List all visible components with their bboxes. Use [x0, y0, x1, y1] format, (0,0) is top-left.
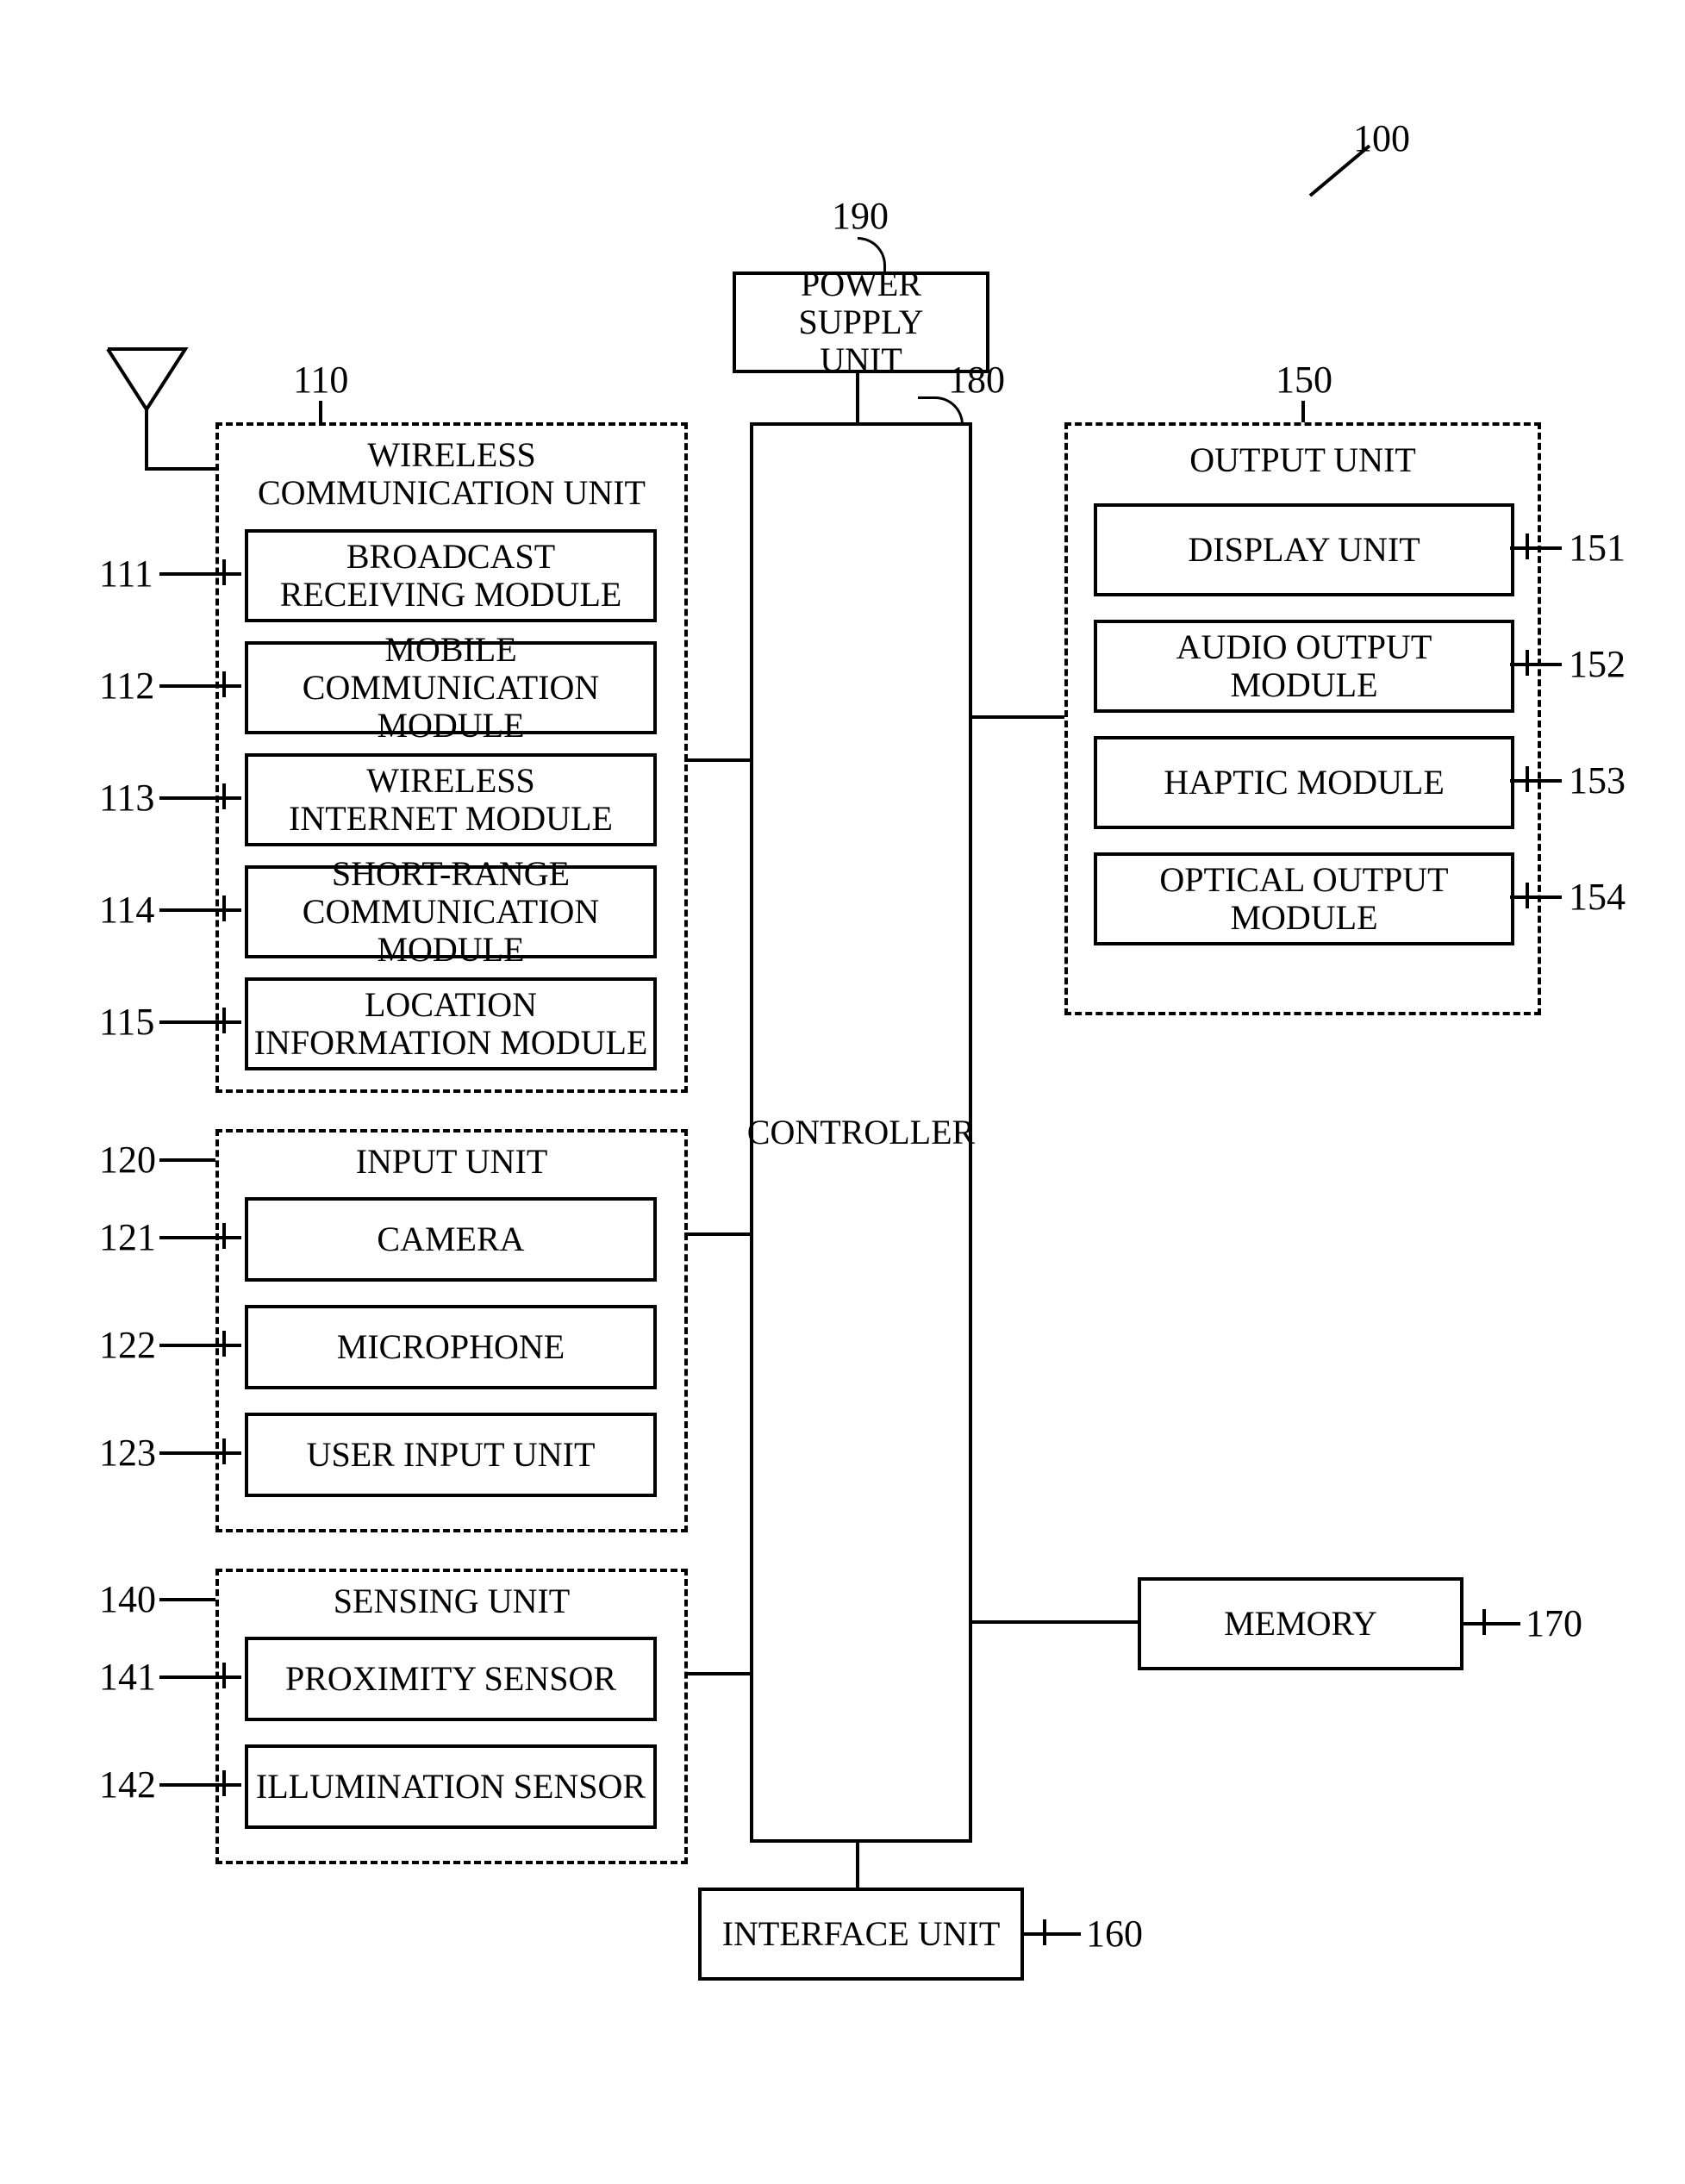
ref-112-t [222, 671, 226, 697]
memory-label: MEMORY [1224, 1605, 1377, 1643]
input-title: INPUT UNIT [219, 1143, 684, 1181]
ref-140: 140 [99, 1577, 156, 1621]
output-item-2: HAPTIC MODULE [1164, 764, 1445, 802]
ref-122: 122 [99, 1323, 156, 1367]
wireless-title: WIRELESS COMMUNICATION UNIT [219, 436, 684, 512]
ref-114-t [222, 895, 226, 921]
ref-154: 154 [1569, 875, 1626, 919]
sensing-item-0: PROXIMITY SENSOR [285, 1660, 616, 1698]
ref-113: 113 [99, 776, 154, 820]
interface-label: INTERFACE UNIT [722, 1915, 1001, 1953]
ref-180: 180 [948, 358, 1005, 402]
input-item-0: CAMERA [377, 1220, 524, 1258]
ref-153-l [1510, 779, 1562, 783]
ref-142-t [222, 1770, 226, 1796]
ref-120-l [159, 1158, 215, 1162]
ref-170: 170 [1526, 1601, 1582, 1645]
ref-100-arrow [1309, 145, 1371, 197]
input-group: INPUT UNIT CAMERA MICROPHONE USER INPUT … [215, 1129, 688, 1532]
controller-label: CONTROLLER [747, 1114, 975, 1151]
sensing-title: SENSING UNIT [219, 1582, 684, 1620]
wireless-item-2: WIRELESS INTERNET MODULE [289, 762, 613, 838]
ref-121-t [222, 1223, 226, 1249]
ref-154-l [1510, 895, 1562, 899]
sensing-item-1: ILLUMINATION SENSOR [256, 1768, 646, 1806]
wireless-item-0: BROADCAST RECEIVING MODULE [280, 538, 622, 614]
ref-111: 111 [99, 552, 153, 596]
output-title: OUTPUT UNIT [1068, 441, 1538, 479]
ref-142: 142 [99, 1763, 156, 1806]
ref-160-t [1043, 1919, 1046, 1945]
ref-141-t [222, 1663, 226, 1688]
ref-152-l [1510, 663, 1562, 666]
ref-115: 115 [99, 1000, 154, 1044]
output-item-1: AUDIO OUTPUT MODULE [1176, 628, 1432, 704]
memory-to-ctrl [969, 1620, 1138, 1624]
ref-113-l [159, 796, 241, 800]
ref-115-l [159, 1020, 241, 1024]
ref-114: 114 [99, 888, 154, 932]
ref-190: 190 [832, 194, 889, 238]
ref-152: 152 [1569, 642, 1626, 686]
ref-123: 123 [99, 1431, 156, 1475]
wireless-to-ctrl [684, 758, 750, 762]
ref-170-t [1482, 1609, 1486, 1635]
diagram-canvas: 100 190 POWER SUPPLY UNIT 180 CONTROLLER… [0, 0, 1685, 2184]
wireless-item-1: MOBILE COMMUNICATION MODULE [248, 631, 653, 745]
wireless-item-4: LOCATION INFORMATION MODULE [254, 986, 648, 1062]
ref-112-l [159, 684, 241, 688]
ref-151: 151 [1569, 526, 1626, 570]
output-to-ctrl [969, 715, 1064, 719]
ref-154-t [1526, 883, 1529, 908]
ref-122-t [222, 1331, 226, 1357]
ref-122-l [159, 1344, 241, 1347]
ref-153: 153 [1569, 758, 1626, 802]
ref-111-l [159, 572, 241, 576]
wireless-group: WIRELESS COMMUNICATION UNIT BROADCAST RE… [215, 422, 688, 1093]
ref-141: 141 [99, 1655, 156, 1699]
ref-150: 150 [1276, 358, 1332, 402]
ref-140-l [159, 1598, 215, 1601]
ref-115-t [222, 1008, 226, 1033]
ctrl-to-iface [856, 1839, 859, 1888]
ref-151-l [1510, 546, 1562, 550]
ref-120: 120 [99, 1138, 156, 1182]
ref-114-l [159, 908, 241, 912]
interface-box: INTERFACE UNIT [698, 1888, 1024, 1981]
ref-151-t [1526, 534, 1529, 559]
ref-121-l [159, 1236, 241, 1239]
ref-170-l [1460, 1622, 1520, 1626]
ref-141-l [159, 1675, 241, 1679]
ref-142-l [159, 1783, 241, 1787]
ref-121: 121 [99, 1215, 156, 1259]
ref-153-t [1526, 766, 1529, 792]
output-item-0: DISPLAY UNIT [1188, 531, 1420, 569]
ref-160-l [1020, 1932, 1081, 1936]
input-to-ctrl [684, 1232, 750, 1236]
sensing-group: SENSING UNIT PROXIMITY SENSOR ILLUMINATI… [215, 1569, 688, 1864]
memory-box: MEMORY [1138, 1577, 1463, 1670]
sensing-to-ctrl [684, 1672, 750, 1675]
ref-123-l [159, 1451, 241, 1455]
output-group: OUTPUT UNIT DISPLAY UNIT AUDIO OUTPUT MO… [1064, 422, 1541, 1015]
ref-123-t [222, 1438, 226, 1464]
ref-110: 110 [293, 358, 348, 402]
psu-to-ctrl-line [856, 370, 859, 422]
ref-111-t [222, 559, 226, 585]
ref-160: 160 [1086, 1912, 1143, 1956]
antenna-connect-line [145, 467, 215, 471]
input-item-1: MICROPHONE [337, 1328, 565, 1366]
ref-112: 112 [99, 664, 154, 708]
wireless-item-3: SHORT-RANGE COMMUNICATION MODULE [248, 855, 653, 969]
ref-152-t [1526, 650, 1529, 676]
input-item-2: USER INPUT UNIT [307, 1436, 596, 1474]
ref-113-t [222, 783, 226, 809]
controller-box: CONTROLLER [750, 422, 972, 1843]
antenna-icon [99, 340, 194, 478]
output-item-3: OPTICAL OUTPUT MODULE [1159, 861, 1448, 937]
